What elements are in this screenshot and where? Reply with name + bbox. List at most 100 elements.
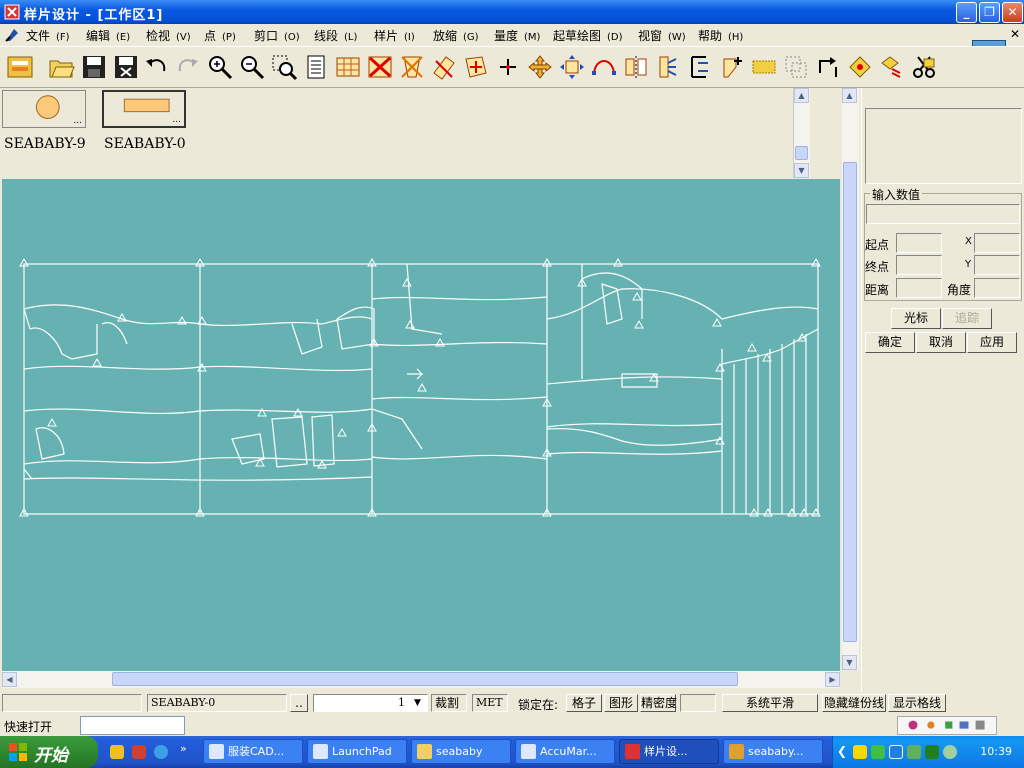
start-point-field[interactable] [896,233,942,253]
zoom-window-icon[interactable] [270,53,298,81]
chevron-down-icon[interactable]: ▼ [414,698,421,708]
scroll-left-icon[interactable]: ◀ [2,672,17,687]
redo-icon[interactable] [174,53,202,81]
shield-icon[interactable] [853,745,867,759]
menu-notch[interactable]: 剪口 (O) [254,27,300,44]
scroll-thumb[interactable] [112,672,738,686]
menu-window[interactable]: 视窗 (W) [638,27,686,44]
scroll-thumb[interactable] [843,162,857,642]
y-field[interactable] [974,255,1020,275]
grid-lock-button[interactable]: 格子 [566,694,602,712]
task-button[interactable]: 服装CAD... [203,739,303,764]
workspace-icon[interactable] [6,53,34,81]
menu-view[interactable]: 检视 (V) [146,27,191,44]
split-piece-icon[interactable] [398,53,426,81]
volume-icon[interactable] [943,745,957,759]
menu-file[interactable]: 文件 (F) [26,27,70,44]
piece-thumb-seababy-9[interactable]: ... [2,90,86,128]
menu-draft[interactable]: 起草绘图 (D) [553,27,623,44]
mdi-close-icon[interactable]: ✕ [1010,27,1020,41]
scroll-down-icon[interactable]: ▼ [794,163,809,178]
delete-piece-icon[interactable] [366,53,394,81]
ok-button[interactable]: 确定 [865,332,915,353]
app-launch-icon[interactable] [132,745,146,759]
grade-rule-icon[interactable] [846,53,874,81]
scroll-up-icon[interactable]: ▲ [794,88,809,103]
task-button[interactable]: LaunchPad [307,739,407,764]
fill-pattern-icon[interactable] [750,53,778,81]
media-player-icon[interactable] [110,745,124,759]
scroll-right-icon[interactable]: ▶ [825,672,840,687]
save-icon[interactable] [80,53,108,81]
show-grid-toggle[interactable]: 显示格线 [888,694,946,712]
menu-grade[interactable]: 放缩 (G) [433,27,479,44]
notes-icon[interactable] [302,53,330,81]
zoom-out-icon[interactable] [238,53,266,81]
seam-icon[interactable] [686,53,714,81]
user-icon[interactable] [907,745,921,759]
ie-icon[interactable] [154,745,168,759]
size-select[interactable]: 1 [313,694,428,712]
curve-icon[interactable] [590,53,618,81]
quick-open-input[interactable] [80,716,185,735]
task-button-active[interactable]: 样片设... [619,739,719,764]
chevron-left-icon[interactable]: ❮ [837,744,847,758]
add-line-icon[interactable] [718,53,746,81]
task-button[interactable]: AccuMar... [515,739,615,764]
undo-icon[interactable] [142,53,170,81]
canvas-horizontal-scrollbar[interactable]: ◀ ▶ [2,671,840,688]
crosshair-icon[interactable] [494,53,522,81]
menu-measure[interactable]: 量度 (M) [494,27,540,44]
update-icon[interactable] [889,745,903,759]
x-field[interactable] [974,233,1020,253]
shape-lock-button[interactable]: 图形 [604,694,638,712]
grade-copy-icon[interactable] [878,53,906,81]
mirror-icon[interactable] [622,53,650,81]
start-button[interactable]: 开始 [0,736,98,768]
cancel-button[interactable]: 取消 [916,332,966,353]
task-button[interactable]: seababy [411,739,511,764]
apply-button[interactable]: 应用 [967,332,1017,353]
close-button[interactable]: ✕ [1002,2,1023,23]
end-point-field[interactable] [896,255,942,275]
hide-seam-toggle[interactable]: 隐藏缝份线 [822,694,886,712]
save-as-icon[interactable] [112,53,140,81]
angle-field[interactable] [974,278,1020,298]
move-all-icon[interactable] [558,53,586,81]
notch-icon[interactable] [654,53,682,81]
chevron-right-icon[interactable]: » [180,742,187,755]
task-button[interactable]: seababy... [723,739,823,764]
zoom-in-icon[interactable] [206,53,234,81]
precision-button[interactable]: 精密度 [640,694,677,712]
menu-piece[interactable]: 样片 (I) [374,27,415,44]
system-smooth-toggle[interactable]: 系统平滑 [722,694,818,712]
scroll-down-icon[interactable]: ▼ [842,655,857,670]
browse-button[interactable]: .. [290,694,308,712]
scroll-up-icon[interactable]: ▲ [842,88,857,103]
menu-line[interactable]: 线段 (L) [314,27,357,44]
menu-help[interactable]: 帮助 (H) [698,27,743,44]
grid-piece-icon[interactable] [334,53,362,81]
piece-gallery-scrollbar[interactable]: ▲ ▼ [793,88,810,178]
language-bar[interactable] [897,716,997,735]
distance-field[interactable] [896,278,942,298]
open-icon[interactable] [48,53,76,81]
value-input[interactable] [866,204,1020,224]
add-point-icon[interactable] [462,53,490,81]
excel-icon[interactable] [925,745,939,759]
marker-canvas[interactable] [2,179,840,671]
menu-point[interactable]: 点 (P) [204,27,236,44]
restore-button[interactable]: ❐ [979,2,1000,23]
menu-edit[interactable]: 编辑 (E) [86,27,130,44]
cut-line-icon[interactable] [430,53,458,81]
select-box-icon[interactable] [782,53,810,81]
network-icon[interactable] [871,745,885,759]
piece-thumb-seababy-0[interactable]: ... [102,90,186,128]
minimize-button[interactable]: _ [956,2,977,23]
scissors-icon[interactable] [910,53,938,81]
rotate-icon[interactable] [814,53,842,81]
scroll-thumb[interactable] [795,146,808,160]
canvas-vertical-scrollbar[interactable]: ▲ ▼ [842,88,859,670]
cursor-button[interactable]: 光标 [891,308,941,329]
move-point-icon[interactable] [526,53,554,81]
